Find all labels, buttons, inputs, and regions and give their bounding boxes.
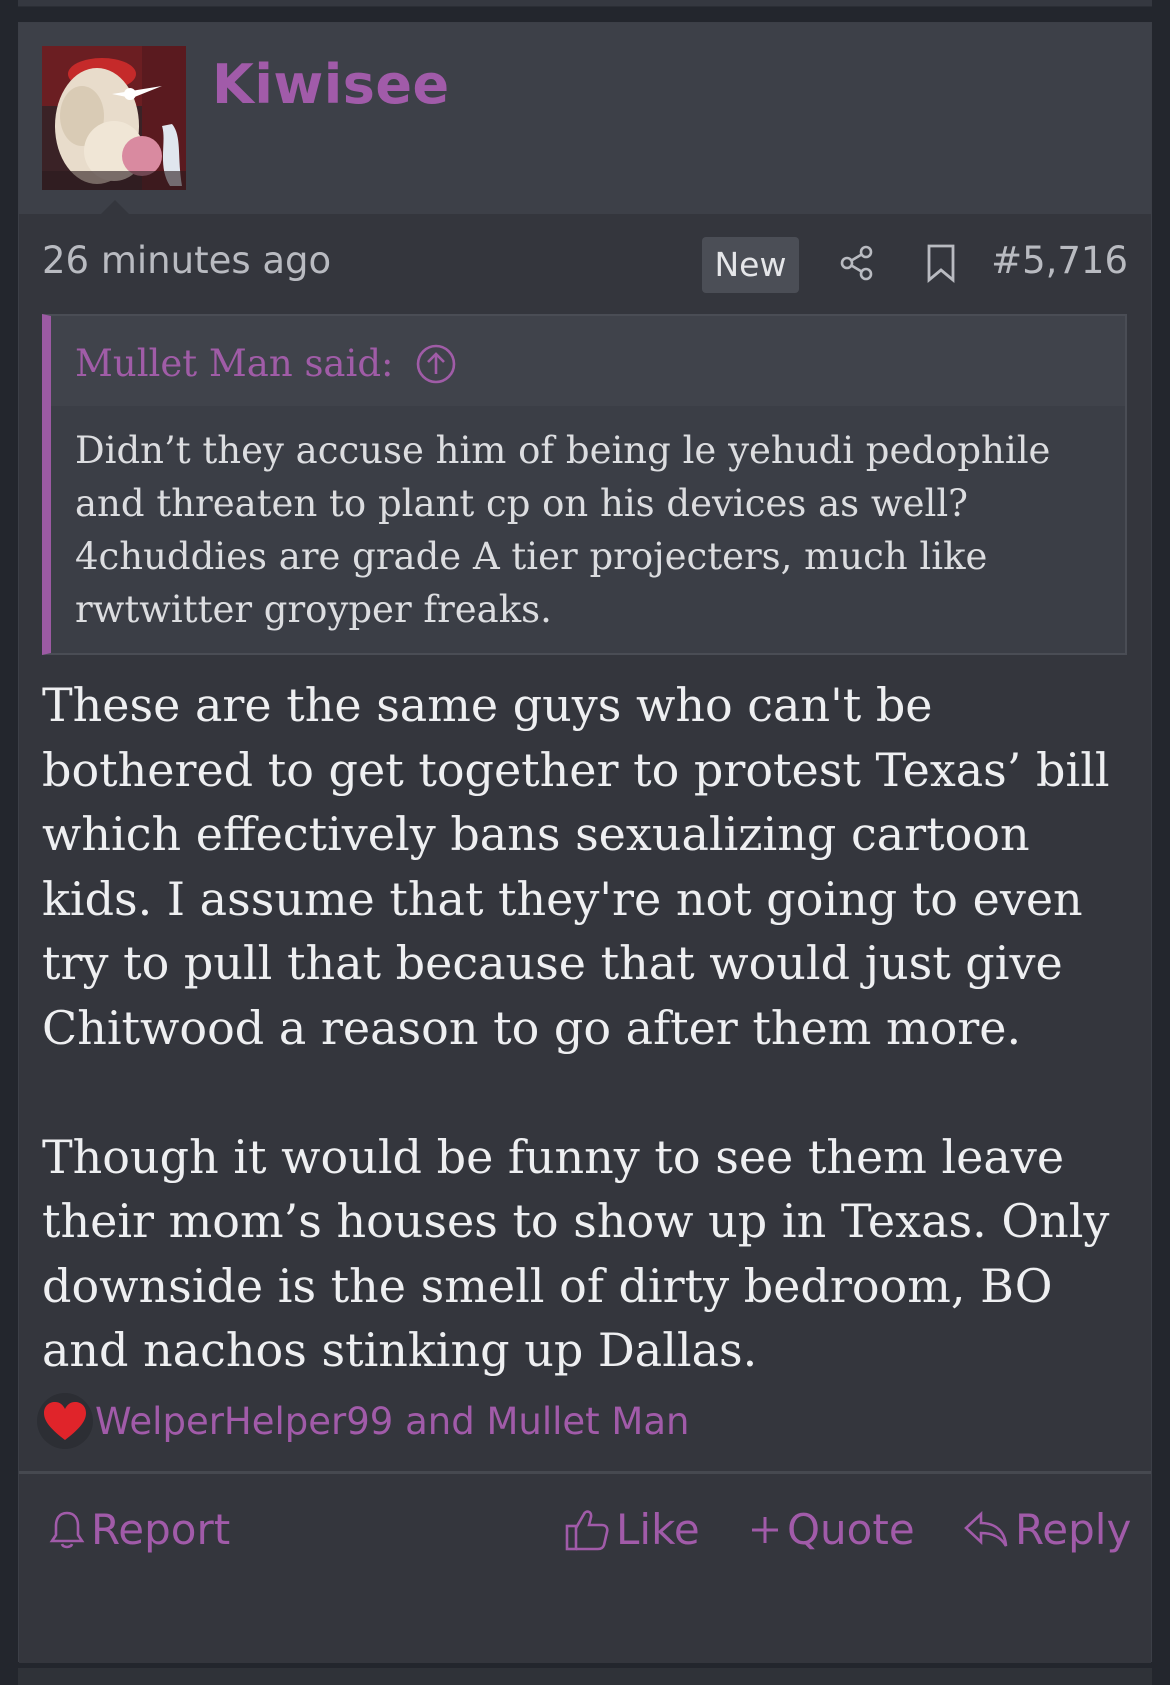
thumbs-up-icon [565,1509,609,1550]
post-number[interactable]: #5,716 [991,239,1128,282]
actions-divider [19,1471,1151,1474]
quote-attribution[interactable]: Mullet Man said: [75,342,457,385]
avatar-pointer [101,200,129,214]
next-post-edge [18,1668,1152,1685]
post-actions-bar: Report Like Quote Reply [19,1475,1151,1663]
reaction-summary[interactable]: WelperHelper99 and Mullet Man [37,1391,689,1451]
post-paragraph: These are the same guys who can't be bot… [42,678,1110,1055]
like-button[interactable]: Like [564,1505,700,1554]
reply-arrow-icon [964,1510,1008,1547]
reply-label: Reply [1015,1505,1132,1554]
arrow-up-circle-icon[interactable] [415,343,457,385]
quote-header: Mullet Man said: [51,316,1125,406]
previous-post-edge [18,0,1152,7]
new-badge: New [702,237,799,293]
bell-icon [49,1511,85,1548]
post-timestamp[interactable]: 26 minutes ago [42,239,331,282]
bookmark-icon[interactable] [924,243,958,288]
plus-icon [752,1516,778,1543]
username[interactable]: Kiwisee [212,53,450,116]
post-body: These are the same guys who can't be bot… [42,673,1132,1383]
quote-text: Didn’t they accuse him of being le yehud… [75,429,1051,631]
post-user-header: Kiwisee [19,23,1151,214]
reply-button[interactable]: Reply [963,1505,1131,1554]
reaction-users[interactable]: WelperHelper99 and Mullet Man [95,1400,689,1443]
report-button[interactable]: Report [49,1505,230,1554]
post-paragraph: Though it would be funny to see them lea… [42,1129,1110,1378]
heart-icon [37,1393,93,1449]
quote-button[interactable]: Quote [749,1505,915,1554]
forum-post: Kiwisee 26 minutes ago New #5,716 Mullet… [18,22,1152,1663]
quote-label: Quote [787,1505,915,1554]
post-meta-bar: 26 minutes ago New #5,716 [19,223,1151,293]
like-label: Like [616,1505,700,1554]
report-label: Report [91,1505,231,1554]
quote-block: Mullet Man said: Didn’t they accuse him … [42,314,1127,655]
quote-author-label: Mullet Man said: [75,342,394,385]
share-icon[interactable] [837,243,877,288]
avatar[interactable] [42,46,186,190]
